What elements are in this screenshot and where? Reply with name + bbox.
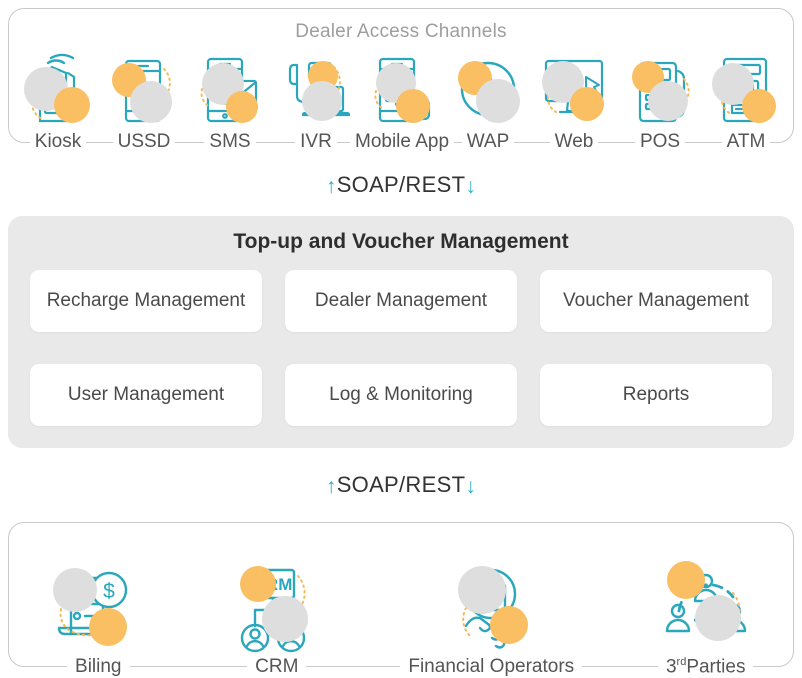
third-parties-icon: [651, 559, 761, 651]
core-platform-panel: Top-up and Voucher Management Recharge M…: [8, 216, 794, 448]
integration-list: $ Biling CRM Financial Operators 3rdPart…: [9, 539, 795, 678]
integration-billing[interactable]: $ Biling: [43, 564, 153, 678]
channel-label: Mobile App: [350, 131, 455, 153]
channel-label: ATM: [721, 131, 771, 153]
channel-ivr[interactable]: IVR IVR: [273, 53, 359, 163]
channel-label: USSD: [112, 131, 176, 153]
connector-label: SOAP/REST: [336, 472, 466, 497]
third-parties-prefix: 3: [665, 656, 677, 677]
billing-icon: $: [43, 564, 153, 656]
arrow-down-icon: ↓: [465, 475, 477, 498]
integration-financial-operators[interactable]: Financial Operators: [400, 564, 583, 678]
sms-icon: [190, 53, 270, 129]
channel-label: Web: [549, 131, 599, 153]
channel-pos[interactable]: POS: [617, 53, 703, 163]
integration-crm[interactable]: CRM CRM: [222, 564, 332, 678]
core-panel-title: Top-up and Voucher Management: [233, 230, 569, 253]
module-grid: Recharge Management Dealer Management Vo…: [30, 270, 772, 426]
module-card-dealer-management[interactable]: Dealer Management: [285, 270, 517, 332]
channel-kiosk[interactable]: Kiosk: [15, 53, 101, 163]
channel-wap[interactable]: WAP: [445, 53, 531, 163]
web-icon: [534, 53, 614, 129]
ussd-icon: *#: [104, 53, 184, 129]
wap-icon: [448, 53, 528, 129]
channel-ussd[interactable]: *# USSD: [101, 53, 187, 163]
atm-icon: [706, 53, 786, 129]
page-title: Dealer Access Channels: [295, 21, 507, 42]
channel-label: Kiosk: [29, 131, 87, 153]
module-card-log-monitoring[interactable]: Log & Monitoring: [285, 364, 517, 426]
channel-sms[interactable]: SMS: [187, 53, 273, 163]
integration-label: 3rdParties: [657, 650, 754, 678]
svg-text:$: $: [103, 580, 115, 603]
arrow-up-icon: ↑: [325, 175, 337, 198]
crm-icon: CRM: [222, 564, 332, 656]
channel-mobile-app[interactable]: Mobile App: [350, 53, 455, 163]
channel-label: WAP: [461, 131, 515, 153]
pos-icon: [620, 53, 700, 129]
module-card-reports[interactable]: Reports: [540, 364, 772, 426]
channel-label: IVR: [295, 131, 337, 153]
external-integrations-panel: $ Biling CRM Financial Operators 3rdPart…: [8, 522, 795, 678]
channel-atm[interactable]: ATM: [703, 53, 789, 163]
connector-label: SOAP/REST: [336, 172, 466, 197]
channel-web[interactable]: Web: [531, 53, 617, 163]
third-parties-suffix: Parties: [686, 656, 746, 677]
handshake-icon: [436, 564, 546, 656]
module-card-voucher-management[interactable]: Voucher Management: [540, 270, 772, 332]
soap-rest-connector-upper: ↑SOAP/REST↓: [0, 172, 802, 199]
mobile-app-icon: [362, 53, 442, 129]
arrow-up-icon: ↑: [325, 475, 337, 498]
module-card-user-management[interactable]: User Management: [30, 364, 262, 426]
ivr-icon: IVR: [276, 53, 356, 129]
kiosk-icon: [18, 53, 98, 129]
channel-list: Kiosk *# USSD: [9, 53, 795, 163]
integration-third-parties[interactable]: 3rdParties: [651, 559, 761, 678]
arrow-down-icon: ↓: [465, 175, 477, 198]
third-parties-superscript: rd: [676, 655, 687, 668]
channel-label: POS: [634, 131, 686, 153]
soap-rest-connector-lower: ↑SOAP/REST↓: [0, 472, 802, 499]
module-card-recharge-management[interactable]: Recharge Management: [30, 270, 262, 332]
dealer-access-channels-panel: Dealer Access Channels Kiosk USSD SMS IV…: [8, 8, 794, 153]
channel-label: SMS: [204, 131, 256, 153]
